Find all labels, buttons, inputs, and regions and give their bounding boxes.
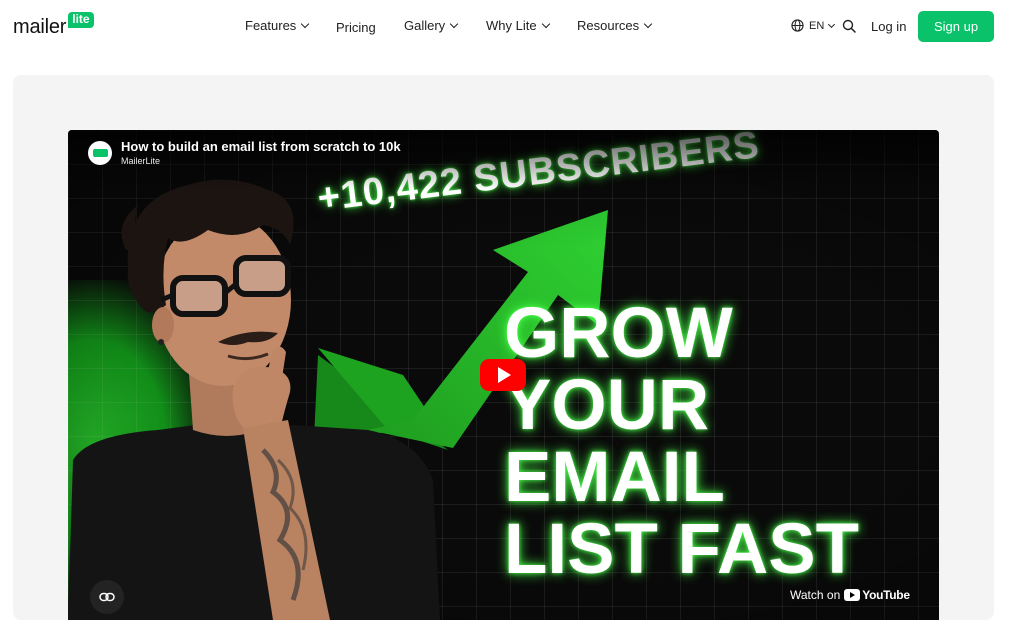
site-header: mailer lite Features Pricing Gallery Why… bbox=[0, 0, 1024, 54]
youtube-play-icon bbox=[844, 589, 861, 601]
headline-line: LIST FAST bbox=[504, 510, 859, 589]
play-icon bbox=[498, 367, 511, 383]
chevron-down-icon bbox=[301, 19, 310, 29]
logo-badge: lite bbox=[68, 12, 94, 28]
chevron-down-icon bbox=[449, 19, 459, 29]
watch-on-youtube-link[interactable]: Watch on YouTube bbox=[790, 588, 910, 602]
chevron-down-icon bbox=[643, 19, 653, 29]
language-selector[interactable]: EN bbox=[791, 19, 836, 32]
nav-item-label: Resources bbox=[577, 18, 640, 33]
headline-line: EMAIL bbox=[504, 438, 725, 517]
youtube-logo: YouTube bbox=[844, 588, 910, 602]
thumbnail-headline: GROW YOUR EMAIL LIST FAST bbox=[504, 298, 924, 586]
copy-link-button[interactable] bbox=[90, 580, 124, 614]
youtube-wordmark: YouTube bbox=[862, 588, 910, 602]
headline-line: YOUR bbox=[504, 366, 710, 445]
mailerlite-logo[interactable]: mailer lite bbox=[13, 12, 94, 38]
login-link[interactable]: Log in bbox=[871, 19, 906, 34]
nav-item-resources[interactable]: Resources bbox=[577, 18, 653, 33]
globe-icon bbox=[791, 19, 804, 32]
nav-item-label: Pricing bbox=[336, 20, 376, 35]
link-icon bbox=[99, 592, 115, 602]
nav-item-label: Gallery bbox=[404, 18, 446, 33]
mailerlite-avatar-icon bbox=[92, 149, 108, 157]
language-label: EN bbox=[809, 19, 825, 32]
logo-word: mailer bbox=[13, 16, 67, 38]
headline-line: GROW bbox=[504, 294, 733, 373]
channel-avatar[interactable] bbox=[88, 141, 112, 165]
nav-item-pricing[interactable]: Pricing bbox=[336, 20, 376, 35]
nav-item-label: Why Lite bbox=[486, 18, 537, 33]
video-title[interactable]: How to build an email list from scratch … bbox=[121, 139, 401, 154]
watch-on-label: Watch on bbox=[790, 588, 841, 602]
play-button[interactable] bbox=[480, 359, 526, 391]
chevron-down-icon bbox=[828, 20, 836, 28]
nav-item-why-lite[interactable]: Why Lite bbox=[486, 18, 550, 33]
chevron-down-icon bbox=[541, 19, 550, 29]
nav-item-features[interactable]: Features bbox=[245, 18, 310, 33]
search-icon[interactable] bbox=[842, 19, 856, 33]
nav-item-label: Features bbox=[245, 18, 297, 33]
nav-item-gallery[interactable]: Gallery bbox=[404, 18, 459, 33]
video-channel-name[interactable]: MailerLite bbox=[121, 156, 160, 166]
signup-button[interactable]: Sign up bbox=[918, 11, 994, 42]
youtube-embed[interactable]: +10,422 SUBSCRIBERS GROW YOUR EMAIL LIST… bbox=[68, 130, 939, 620]
